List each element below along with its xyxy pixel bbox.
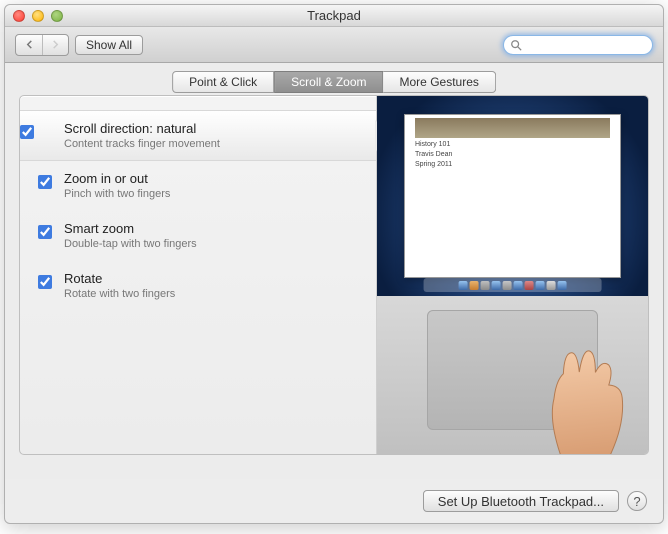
settings-panel: Scroll direction: natural Content tracks… — [19, 95, 649, 455]
footer: Set Up Bluetooth Trackpad... ? — [5, 479, 663, 523]
setting-subtitle: Content tracks finger movement — [64, 138, 354, 150]
doc-line: Spring 2011 — [415, 160, 452, 170]
preview-photo — [415, 118, 610, 138]
titlebar: Trackpad — [5, 5, 663, 27]
doc-line: Travis Dean — [415, 150, 452, 160]
gesture-preview: History 101 Travis Dean Spring 2011 — [376, 96, 648, 454]
preview-screen: History 101 Travis Dean Spring 2011 — [377, 96, 648, 296]
setting-title: Rotate — [64, 271, 354, 286]
preview-dock — [423, 278, 602, 292]
preview-trackpad — [377, 296, 648, 454]
setting-smart-zoom[interactable]: Smart zoom Double-tap with two fingers — [38, 211, 376, 261]
setting-title: Smart zoom — [64, 221, 354, 236]
content: Point & Click Scroll & Zoom More Gesture… — [5, 63, 663, 479]
search-icon — [510, 39, 522, 51]
forward-button[interactable] — [42, 35, 68, 55]
window-title: Trackpad — [5, 8, 663, 23]
setting-zoom[interactable]: Zoom in or out Pinch with two fingers — [38, 161, 376, 211]
settings-list: Scroll direction: natural Content tracks… — [20, 96, 376, 454]
setting-subtitle: Double-tap with two fingers — [64, 238, 354, 250]
traffic-lights — [13, 10, 63, 22]
zoom-icon[interactable] — [51, 10, 63, 22]
setting-subtitle: Pinch with two fingers — [64, 188, 354, 200]
hand-icon — [520, 333, 642, 454]
doc-line: History 101 — [415, 140, 452, 150]
nav-back-forward — [15, 34, 69, 56]
toolbar: Show All — [5, 27, 663, 63]
help-button[interactable]: ? — [627, 491, 647, 511]
checkbox-scroll-direction[interactable] — [20, 125, 34, 139]
preview-document: History 101 Travis Dean Spring 2011 — [415, 140, 452, 169]
setup-bluetooth-label: Set Up Bluetooth Trackpad... — [438, 494, 604, 509]
setting-title: Zoom in or out — [64, 171, 354, 186]
setting-scroll-direction[interactable]: Scroll direction: natural Content tracks… — [20, 110, 376, 161]
tab-point-and-click[interactable]: Point & Click — [172, 71, 274, 93]
tab-more-gestures[interactable]: More Gestures — [384, 71, 496, 93]
setting-title: Scroll direction: natural — [64, 121, 354, 136]
back-button[interactable] — [16, 35, 42, 55]
checkbox-smart-zoom[interactable] — [38, 225, 52, 239]
close-icon[interactable] — [13, 10, 25, 22]
setting-subtitle: Rotate with two fingers — [64, 288, 354, 300]
tab-scroll-and-zoom[interactable]: Scroll & Zoom — [274, 71, 383, 93]
checkbox-zoom[interactable] — [38, 175, 52, 189]
help-icon: ? — [633, 494, 640, 509]
show-all-label: Show All — [86, 38, 132, 52]
setting-rotate[interactable]: Rotate Rotate with two fingers — [38, 261, 376, 311]
tab-bar: Point & Click Scroll & Zoom More Gesture… — [172, 71, 496, 93]
show-all-button[interactable]: Show All — [75, 35, 143, 55]
search-input[interactable] — [503, 35, 653, 55]
checkbox-rotate[interactable] — [38, 275, 52, 289]
minimize-icon[interactable] — [32, 10, 44, 22]
setup-bluetooth-button[interactable]: Set Up Bluetooth Trackpad... — [423, 490, 619, 512]
preferences-window: Trackpad Show All Point & Click Scroll &… — [4, 4, 664, 524]
